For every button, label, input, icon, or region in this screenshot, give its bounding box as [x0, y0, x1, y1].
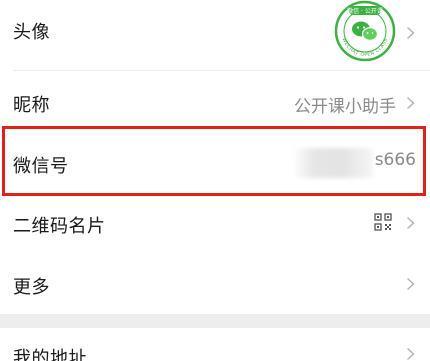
avatar: 微信 · 公开课 WECHAT OPEN CLASS: [334, 0, 396, 62]
qr-card-row[interactable]: 二维码名片: [0, 196, 430, 258]
avatar-label: 头像: [13, 22, 50, 43]
address-row[interactable]: 我的地址: [0, 328, 430, 361]
nickname-row[interactable]: 昵称 公开课小助手: [0, 71, 430, 133]
qr-card-label: 二维码名片: [13, 216, 106, 237]
nickname-label: 昵称: [13, 95, 50, 116]
chevron-right-icon: [407, 347, 415, 361]
section-gap: [0, 314, 430, 328]
redacted-id-blur: [295, 148, 373, 178]
more-row[interactable]: 更多: [0, 256, 430, 314]
avatar-row[interactable]: 头像 微信 · 公开课 WECHAT OPEN CLASS: [0, 0, 430, 66]
wechat-id-label: 微信号: [13, 156, 69, 177]
chevron-right-icon: [407, 216, 415, 230]
wechat-id-value: s666: [374, 150, 416, 170]
address-label: 我的地址: [13, 348, 87, 361]
nickname-value: 公开课小助手: [294, 97, 396, 117]
more-label: 更多: [13, 277, 50, 298]
chevron-right-icon: [407, 26, 415, 40]
chevron-right-icon: [407, 277, 415, 291]
avatar-badge-text: 微信 · 公开课: [347, 7, 383, 15]
wechat-open-class-logo-icon: 微信 · 公开课 WECHAT OPEN CLASS: [334, 0, 396, 62]
chevron-right-icon: [407, 96, 415, 110]
qr-code-icon: [374, 213, 392, 231]
profile-settings-screen: 头像 微信 · 公开课 WECHAT OPEN CLASS 昵称 公开课小助手 …: [0, 0, 430, 361]
